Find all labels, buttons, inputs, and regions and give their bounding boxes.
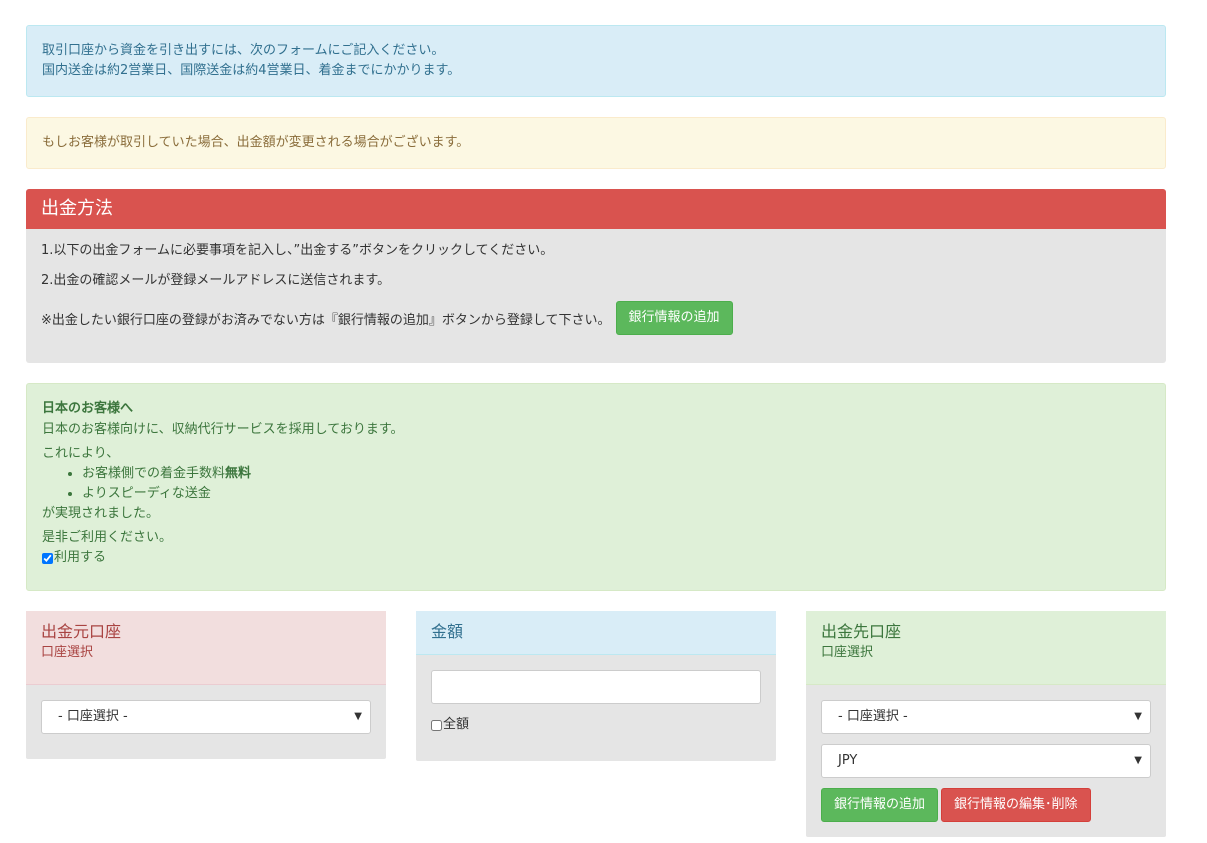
full-amount-checkbox[interactable] <box>431 719 442 731</box>
japan-alert-closing: 是非ご利用ください。 <box>42 530 173 545</box>
source-account-panel: 出金元口座 口座選択 - 口座選択 - ▼ <box>26 611 386 759</box>
withdrawal-method-body: 1.以下の出金フォームに必要事項を記入し、”出金する”ボタンをクリックしてくださ… <box>26 229 1166 363</box>
currency-select-value: JPY <box>838 753 858 768</box>
withdrawal-form-columns: 出金元口座 口座選択 - 口座選択 - ▼ 金額 全額 出金先口座 口座選択 -… <box>26 611 1166 837</box>
bank-action-buttons: 銀行情報の追加 銀行情報の編集･削除 <box>821 788 1151 822</box>
destination-account-header: 出金先口座 口座選択 <box>806 611 1166 685</box>
use-service-label: 利用する <box>54 550 107 565</box>
info-alert-line-1: 取引口座から資金を引き出すには、次のフォームにご記入ください。 <box>42 43 445 58</box>
warning-alert: もしお客様が取引していた場合、出金額が変更される場合がございます。 <box>26 117 1166 169</box>
info-alert: 取引口座から資金を引き出すには、次のフォームにご記入ください。 国内送金は約2営… <box>26 25 1166 97</box>
withdrawal-page: 取引口座から資金を引き出すには、次のフォームにご記入ください。 国内送金は約2営… <box>26 25 1166 837</box>
japan-customers-alert: 日本のお客様へ 日本のお客様向けに、収納代行サービスを採用しております。 これに… <box>26 383 1166 591</box>
japan-alert-lead: これにより、 <box>42 446 120 461</box>
full-amount-label: 全額 <box>443 717 470 732</box>
benefit-item-free-fee: お客様側での着金手数料無料 <box>82 464 1150 484</box>
source-account-select[interactable]: - 口座選択 - ▼ <box>41 700 371 734</box>
destination-account-title: 出金先口座 <box>821 622 902 641</box>
amount-header: 金額 <box>416 611 776 655</box>
add-bank-info-button[interactable]: 銀行情報の追加 <box>615 301 733 335</box>
benefit-free-fee-text: お客様側での着金手数料 <box>82 466 226 481</box>
destination-account-select[interactable]: - 口座選択 - ▼ <box>821 700 1151 734</box>
japan-alert-intro: 日本のお客様向けに、収納代行サービスを採用しております。 <box>42 422 404 437</box>
japan-alert-title: 日本のお客様へ <box>42 401 134 416</box>
source-account-header: 出金元口座 口座選択 <box>26 611 386 685</box>
withdrawal-method-panel: 出金方法 1.以下の出金フォームに必要事項を記入し、”出金する”ボタンをクリック… <box>26 189 1166 363</box>
method-note-row: ※出金したい銀行口座の登録がお済みでない方は『銀行情報の追加』ボタンから登録して… <box>41 301 1151 335</box>
japan-alert-result: が実現されました。 <box>42 506 160 521</box>
destination-account-select-value: - 口座選択 - <box>838 709 908 724</box>
benefit-list: お客様側での着金手数料無料 よりスピーディな送金 <box>42 464 1150 504</box>
chevron-down-icon: ▼ <box>1134 755 1142 766</box>
amount-body: 全額 <box>416 655 776 749</box>
source-account-title: 出金元口座 <box>41 622 122 641</box>
use-service-option[interactable]: 利用する <box>42 548 1150 568</box>
warning-alert-text: もしお客様が取引していた場合、出金額が変更される場合がございます。 <box>42 135 470 150</box>
info-alert-line-2: 国内送金は約2営業日、国際送金は約4営業日、着金までにかかります。 <box>42 63 461 78</box>
amount-title: 金額 <box>431 622 464 641</box>
amount-input[interactable] <box>431 670 761 704</box>
chevron-down-icon: ▼ <box>354 711 362 722</box>
method-note: ※出金したい銀行口座の登録がお済みでない方は『銀行情報の追加』ボタンから登録して… <box>41 312 611 328</box>
method-step-2: 2.出金の確認メールが登録メールアドレスに送信されます。 <box>41 273 391 288</box>
source-account-select-value: - 口座選択 - <box>58 709 128 724</box>
withdrawal-method-title: 出金方法 <box>26 189 1166 229</box>
edit-delete-bank-info-button[interactable]: 銀行情報の編集･削除 <box>941 788 1091 822</box>
benefit-free-fee-bold: 無料 <box>225 466 252 481</box>
use-service-checkbox[interactable] <box>42 552 53 564</box>
destination-account-panel: 出金先口座 口座選択 - 口座選択 - ▼ JPY ▼ 銀行情報の追加 銀行情報… <box>806 611 1166 837</box>
benefit-item-speed: よりスピーディな送金 <box>82 484 1150 504</box>
chevron-down-icon: ▼ <box>1134 711 1142 722</box>
destination-account-subtitle: 口座選択 <box>821 645 874 660</box>
add-bank-info-button-2[interactable]: 銀行情報の追加 <box>821 788 939 822</box>
full-amount-option[interactable]: 全額 <box>431 715 761 735</box>
currency-select[interactable]: JPY ▼ <box>821 744 1151 778</box>
amount-panel: 金額 全額 <box>416 611 776 761</box>
destination-account-body: - 口座選択 - ▼ JPY ▼ 銀行情報の追加 銀行情報の編集･削除 <box>806 685 1166 836</box>
source-account-body: - 口座選択 - ▼ <box>26 685 386 748</box>
method-step-1: 1.以下の出金フォームに必要事項を記入し、”出金する”ボタンをクリックしてくださ… <box>41 243 554 258</box>
source-account-subtitle: 口座選択 <box>41 645 94 660</box>
